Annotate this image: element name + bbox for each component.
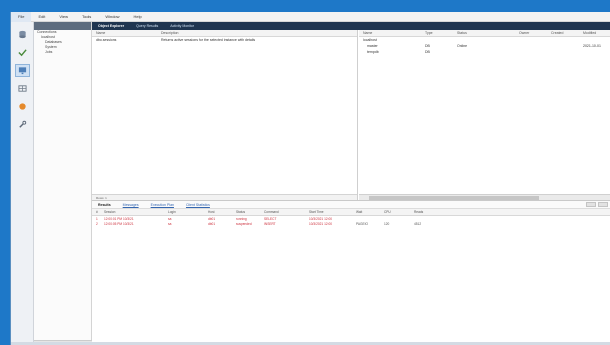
cell-wait: PAGEIO: [356, 221, 368, 226]
tab-activity-monitor[interactable]: Activity Monitor: [164, 24, 200, 28]
cell-login: sa: [168, 216, 172, 221]
menu-tools[interactable]: Tools: [75, 12, 98, 22]
cell-reads: 4512: [414, 221, 422, 226]
cell-cpu: 120: [384, 221, 390, 226]
right-grid-header: Name Type Status Owner Created Modified: [359, 30, 610, 37]
column-header[interactable]: Name: [359, 31, 421, 35]
left-pane: Name Description dbo.sessions Returns ac…: [92, 30, 358, 200]
right-pane: Name Type Status Owner Created Modified …: [359, 30, 610, 200]
tree-item-jobs[interactable]: Jobs: [34, 50, 91, 55]
column-header[interactable]: Owner: [515, 31, 547, 35]
cell-command: SELECT: [264, 216, 277, 221]
menu-help[interactable]: Help: [127, 12, 149, 22]
column-header[interactable]: CPU: [380, 210, 410, 214]
cell-login: sa: [168, 221, 172, 226]
cell-modified: 2021-10-01: [583, 44, 601, 48]
monitor-icon[interactable]: [15, 64, 30, 77]
tree-header: [34, 22, 91, 30]
column-header[interactable]: Status: [232, 210, 260, 214]
column-header[interactable]: Name: [92, 31, 157, 35]
column-header[interactable]: #: [92, 210, 100, 214]
cell-session: 12:00:01 PM 10/3/21: [104, 216, 134, 221]
check-icon[interactable]: [15, 46, 30, 59]
menu-window[interactable]: Window: [98, 12, 126, 22]
cell-host: db01: [208, 216, 216, 221]
cell-status: running: [236, 216, 247, 221]
menu-view[interactable]: View: [52, 12, 75, 22]
column-header[interactable]: Type: [421, 31, 453, 35]
menu-bar: File Edit View Tools Window Help: [11, 11, 610, 22]
main-area: Object Explorer Query Results Activity M…: [92, 22, 610, 345]
refresh-button[interactable]: [598, 202, 608, 207]
left-grid-header: Name Description: [92, 30, 357, 37]
cell-host: db01: [208, 221, 216, 226]
cell-name: dbo.sessions: [96, 38, 117, 42]
cell-number: 1: [96, 216, 98, 221]
column-header[interactable]: Status: [453, 31, 515, 35]
app-window: File Edit View Tools Window Help Connect…: [10, 11, 610, 345]
results-grid-header: # Session Login Host Status Command Star…: [92, 209, 610, 216]
object-tree: Connections localhost Databases System J…: [34, 22, 92, 345]
cell-status: suspended: [236, 221, 252, 226]
cell-start-time: 10/3/2021 12:00: [309, 216, 333, 221]
cell-name: master: [367, 44, 378, 48]
tab-execution-plan[interactable]: Execution Plan: [145, 203, 180, 207]
tab-object-explorer[interactable]: Object Explorer: [92, 24, 130, 28]
export-button[interactable]: [586, 202, 596, 207]
results-panel: Results Messages Execution Plan Client S…: [92, 200, 610, 345]
cell-status: Online: [457, 44, 468, 48]
cell-number: 2: [96, 221, 98, 226]
tab-query-results[interactable]: Query Results: [130, 24, 164, 28]
menu-edit[interactable]: Edit: [31, 12, 52, 22]
top-tab-strip: Object Explorer Query Results Activity M…: [92, 22, 610, 30]
column-header[interactable]: Start Time: [305, 210, 352, 214]
cell-name: tempdb: [367, 50, 379, 54]
wrench-icon[interactable]: [15, 118, 30, 131]
column-header[interactable]: Description: [157, 31, 357, 35]
tab-client-statistics[interactable]: Client Statistics: [180, 203, 216, 207]
column-header[interactable]: Wait: [352, 210, 380, 214]
menu-file[interactable]: File: [11, 11, 32, 22]
orange-circle-icon[interactable]: [15, 100, 30, 113]
column-header[interactable]: Host: [204, 210, 232, 214]
grid-icon[interactable]: [15, 82, 30, 95]
results-toolbar: [586, 202, 610, 207]
tab-results[interactable]: Results: [92, 203, 117, 207]
cell-description: Returns active sessions for the selected…: [161, 38, 256, 42]
tab-messages[interactable]: Messages: [117, 203, 145, 207]
cell-type: DB: [425, 50, 430, 54]
column-header[interactable]: Reads: [410, 210, 440, 214]
cell-name: localhost: [363, 38, 377, 42]
column-header[interactable]: Created: [547, 31, 579, 35]
icon-rail: [11, 22, 34, 345]
column-header[interactable]: Session: [100, 210, 164, 214]
cell-type: DB: [425, 44, 430, 48]
cell-start-time: 10/3/2021 12:00: [309, 221, 333, 226]
table-row[interactable]: tempdb DB: [359, 49, 610, 55]
table-row[interactable]: 2 12:00:05 PM 10/3/21 sa db01 suspended …: [92, 221, 610, 226]
table-row[interactable]: dbo.sessions Returns active sessions for…: [92, 37, 357, 43]
column-header[interactable]: Command: [260, 210, 305, 214]
cell-session: 12:00:05 PM 10/3/21: [104, 221, 134, 226]
cell-command: INSERT: [264, 221, 276, 226]
column-header[interactable]: Modified: [579, 31, 609, 35]
column-header[interactable]: Login: [164, 210, 204, 214]
database-icon[interactable]: [15, 28, 30, 41]
results-tab-strip: Results Messages Execution Plan Client S…: [92, 201, 610, 209]
